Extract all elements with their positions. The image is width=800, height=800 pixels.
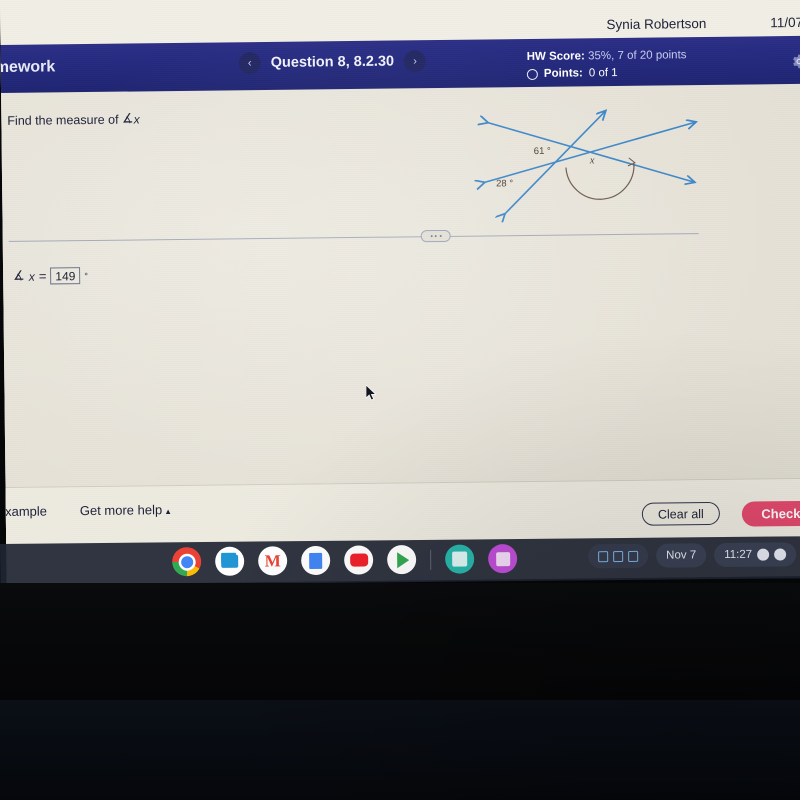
shelf-separator <box>430 549 432 570</box>
question-label: Question 8, 8.2.30 <box>270 53 395 71</box>
homework-title: mework <box>0 58 56 77</box>
figure-label-x: x <box>589 155 595 166</box>
tray-time: 11:27 <box>724 548 753 562</box>
figure-label-28: 28 ° <box>496 178 513 189</box>
circle-icon <box>526 68 538 81</box>
shelf-item-app-teal[interactable] <box>445 544 475 574</box>
answer-row: ∡x = ° <box>13 267 88 285</box>
previous-question-button[interactable]: ‹ <box>238 52 261 75</box>
angle-x-arc <box>565 162 635 200</box>
score-summary: HW Score: 35%, 7 of 20 points Points: 0 … <box>527 48 687 82</box>
laptop-keyboard <box>0 700 800 800</box>
figure-label-61: 61 ° <box>534 146 551 157</box>
hw-score-line: HW Score: 35%, 7 of 20 points <box>527 48 687 65</box>
points-label: Points: <box>543 67 583 80</box>
answer-variable: x <box>28 269 35 284</box>
caret-up-icon: ▴ <box>165 506 171 517</box>
shelf-item-files[interactable] <box>215 546 245 576</box>
question-variable: x <box>133 112 140 127</box>
laptop-screen: Synia Robertson 11/07/2 mework ‹ Questio… <box>0 0 800 585</box>
window-icon <box>628 550 639 562</box>
photo-of-laptop: Synia Robertson 11/07/2 mework ‹ Questio… <box>0 0 800 800</box>
user-name: Synia Robertson <box>606 15 707 33</box>
panel-divider <box>8 233 699 242</box>
answer-input[interactable] <box>50 267 81 285</box>
tray-date-pill[interactable]: Nov 7 <box>656 543 707 568</box>
current-date: 11/07/2 <box>770 14 800 31</box>
gear-icon[interactable] <box>790 52 800 71</box>
check-answer-button[interactable]: Check <box>741 500 800 527</box>
clear-all-button[interactable]: Clear all <box>641 501 721 526</box>
browser-viewport: Synia Robertson 11/07/2 mework ‹ Questio… <box>0 0 800 585</box>
tray-window-controls[interactable] <box>588 543 649 569</box>
tray-date: Nov 7 <box>666 549 697 562</box>
battery-icon <box>774 548 787 561</box>
get-more-help-link[interactable]: Get more help ▴ <box>80 502 171 518</box>
handle-dot <box>434 235 437 238</box>
window-icon <box>598 550 609 562</box>
shelf-app-list <box>172 544 518 577</box>
window-icon <box>613 550 624 562</box>
handle-dot <box>439 235 442 238</box>
question-panel: Find the measure of ∡x 61 ° 28 ° x ∡ x =… <box>0 84 800 493</box>
tray-status-pill[interactable]: 11:27 <box>714 542 797 568</box>
degree-symbol: ° <box>84 270 89 281</box>
question-footer-bar: example Get more help ▴ Clear all Check <box>0 477 800 546</box>
question-prompt: Find the measure of ∡x <box>7 110 140 128</box>
view-example-link[interactable]: example <box>0 504 47 520</box>
wifi-icon <box>757 548 770 561</box>
shelf-item-play-store[interactable] <box>387 545 417 575</box>
hw-score-value: 35%, 7 of 20 points <box>587 49 687 63</box>
question-prompt-text: Find the measure of <box>7 112 119 128</box>
laptop-bezel: acer <box>0 583 800 703</box>
shelf-item-gmail[interactable] <box>258 546 288 576</box>
answer-angle-icon: ∡ <box>13 267 25 283</box>
angle-symbol-icon: ∡ <box>121 110 134 126</box>
shelf-item-youtube[interactable] <box>344 545 374 575</box>
shelf-item-app-purple[interactable] <box>488 544 518 574</box>
question-navigation: ‹ Question 8, 8.2.30 › <box>238 50 427 75</box>
panel-resize-handle[interactable] <box>420 229 451 243</box>
handle-dot <box>430 235 433 238</box>
geometry-figure: 61 ° 28 ° x <box>465 100 716 223</box>
points-line: Points: 0 of 1 <box>526 65 687 82</box>
next-question-button[interactable]: › <box>403 50 427 73</box>
chromeos-shelf: Nov 7 11:27 <box>0 536 800 586</box>
hw-score-label: HW Score: <box>526 50 585 64</box>
shelf-item-chrome[interactable] <box>172 547 202 577</box>
shelf-item-docs[interactable] <box>301 545 331 576</box>
get-more-help-label: Get more help <box>79 502 163 519</box>
points-value: 0 of 1 <box>588 66 618 80</box>
system-tray: Nov 7 11:27 <box>588 542 797 569</box>
answer-equals-sign: = <box>38 268 47 284</box>
